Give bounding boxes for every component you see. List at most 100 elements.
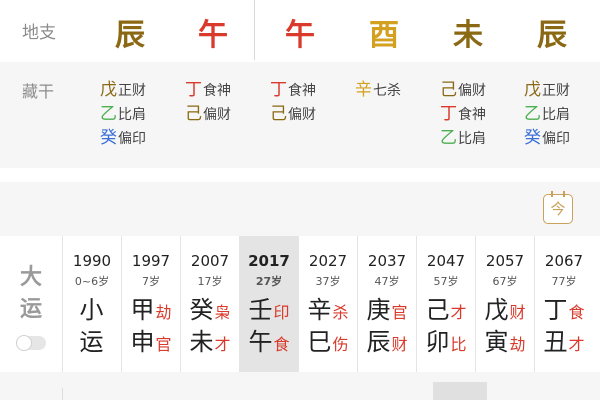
dayun-year: 2047 <box>426 252 466 270</box>
dayun-char: 戊 <box>484 296 509 324</box>
dayun-column[interactable]: 1990 0~6岁小运 <box>62 236 121 372</box>
dayun-column[interactable]: 2017 27岁 壬印 午食 <box>239 236 298 372</box>
dayun-label: 大 运 <box>16 262 46 326</box>
dayun-stem: 甲劫 <box>122 294 180 326</box>
dayun-char: 壬 <box>248 296 273 324</box>
ten-god-label: 食神 <box>203 83 231 99</box>
dayun-char: 未 <box>189 328 214 356</box>
dayun-column[interactable]: 2057 67岁戊财 寅劫 <box>475 236 534 372</box>
dayun-toggle[interactable] <box>16 335 46 351</box>
hidden-stem: 丁食神 <box>440 102 510 126</box>
ten-god-label: 正财 <box>542 83 570 99</box>
dayun-char: 午 <box>248 328 273 356</box>
dayun-stem: 小 <box>63 294 121 326</box>
branch-0[interactable]: 辰 <box>100 16 160 56</box>
dayun-stem: 辛杀 <box>299 294 357 326</box>
dayun-age: 57岁 <box>433 275 459 288</box>
hidden-stem: 丁食神 <box>270 78 340 102</box>
hidden-stem-char: 戊 <box>524 80 541 100</box>
dayun-branch: 寅劫 <box>476 326 534 358</box>
branch-4[interactable]: 未 <box>438 16 498 56</box>
hidden-stem-char: 癸 <box>524 128 541 148</box>
dayun-stem: 丁食 <box>535 294 593 326</box>
dayun-label-top: 大 <box>19 265 42 290</box>
dayun-char: 己 <box>425 296 450 324</box>
dayun-god: 食 <box>273 335 290 354</box>
dayun-column[interactable]: 2027 37岁 辛杀 巳伤 <box>298 236 357 372</box>
dayun-char: 丁 <box>543 296 568 324</box>
dayun-year: 2037 <box>367 252 407 270</box>
dayun-god: 比 <box>450 335 467 354</box>
pillar-divider <box>254 0 255 60</box>
dayun-god: 食 <box>568 303 585 322</box>
hidden-stem: 己偏财 <box>270 102 340 126</box>
dayun-god: 才 <box>214 335 231 354</box>
dayun-age: 67岁 <box>492 275 518 288</box>
dayun-god: 劫 <box>155 303 172 322</box>
dayun-year: 2067 <box>544 252 584 270</box>
hidden-stem-char: 丁 <box>185 80 202 100</box>
dayun-year: 2017 <box>248 252 290 270</box>
canggan-label: 藏干 <box>22 82 55 101</box>
hidden-stem: 癸偏印 <box>524 126 594 150</box>
spacer <box>0 168 600 182</box>
hidden-stem-char: 戊 <box>100 80 117 100</box>
ten-god-label: 偏财 <box>458 83 486 99</box>
dayun-year: 2007 <box>190 252 230 270</box>
hidden-stem-char: 丁 <box>270 80 287 100</box>
calendar-today-icon[interactable]: 今 <box>543 191 573 224</box>
dayun-age: 37岁 <box>315 275 341 288</box>
dayun-stem: 戊财 <box>476 294 534 326</box>
ten-god-label: 偏财 <box>288 107 316 123</box>
dayun-char: 卯 <box>425 328 450 356</box>
branch-3[interactable]: 酉 <box>354 16 414 56</box>
dayun-branch: 卯比 <box>417 326 475 358</box>
dayun-column[interactable]: 2067 77岁 丁食 丑才 <box>534 236 593 372</box>
dayun-column[interactable]: 2047 57岁 己才 卯比 <box>416 236 475 372</box>
dayun-char: 庚 <box>366 296 391 324</box>
dayun-column[interactable]: 2037 47岁 庚官 辰财 <box>357 236 416 372</box>
dayun-column[interactable]: 2007 17岁 癸枭 未才 <box>180 236 239 372</box>
hidden-stem: 戊正财 <box>524 78 594 102</box>
dayun-year: 2057 <box>485 252 525 270</box>
dayun-stem: 癸枭 <box>181 294 239 326</box>
canggan-column: 丁食神 己偏财 <box>185 78 255 126</box>
ten-god-label: 食神 <box>288 83 316 99</box>
dayun-char: 辛 <box>307 296 332 324</box>
hidden-stem-char: 己 <box>440 80 457 100</box>
dayun-year: 1997 <box>131 252 171 270</box>
dayun-god: 财 <box>391 335 408 354</box>
dayun-god: 印 <box>273 303 290 322</box>
toolbar <box>0 182 600 236</box>
hidden-stem: 己偏财 <box>440 78 510 102</box>
dayun-god: 伤 <box>332 335 349 354</box>
dayun-char: 小 <box>79 296 104 324</box>
selected-cell[interactable] <box>433 382 487 400</box>
dayun-char: 辰 <box>366 328 391 356</box>
ten-god-label: 偏财 <box>203 107 231 123</box>
hidden-stem-char: 辛 <box>355 80 372 100</box>
branch-5[interactable]: 辰 <box>522 16 582 56</box>
dayun-year: 2027 <box>308 252 348 270</box>
dayun-column[interactable]: 1997 7岁 甲劫 申官 <box>121 236 180 372</box>
hidden-stem: 乙比肩 <box>100 102 170 126</box>
dayun-section: 大 运 1990 0~6岁小运 1997 7岁 甲劫 申官 2007 17岁 癸枭 未才 2017 2… <box>0 236 600 372</box>
dayun-char: 运 <box>79 328 104 356</box>
dayun-stem: 庚官 <box>358 294 416 326</box>
ten-god-label: 偏印 <box>542 131 570 147</box>
dayun-branch: 未才 <box>181 326 239 358</box>
dayun-age: 77岁 <box>551 275 577 288</box>
canggan-column: 辛七杀 <box>355 78 425 102</box>
branch-1[interactable]: 午 <box>183 16 243 56</box>
canggan-column: 戊正财 乙比肩 癸偏印 <box>524 78 594 150</box>
ten-god-label: 偏印 <box>118 131 146 147</box>
hidden-stem: 乙比肩 <box>524 102 594 126</box>
hidden-stem-char: 乙 <box>440 128 457 148</box>
ten-god-label: 七杀 <box>373 83 401 99</box>
canggan-column: 己偏财 丁食神 乙比肩 <box>440 78 510 150</box>
dizhi-label: 地支 <box>22 23 56 43</box>
dayun-stem: 壬印 <box>240 294 298 326</box>
hidden-stem-char: 己 <box>185 104 202 124</box>
dizhi-row: 地支 辰午午酉未辰 <box>0 0 600 62</box>
branch-2[interactable]: 午 <box>270 16 330 56</box>
